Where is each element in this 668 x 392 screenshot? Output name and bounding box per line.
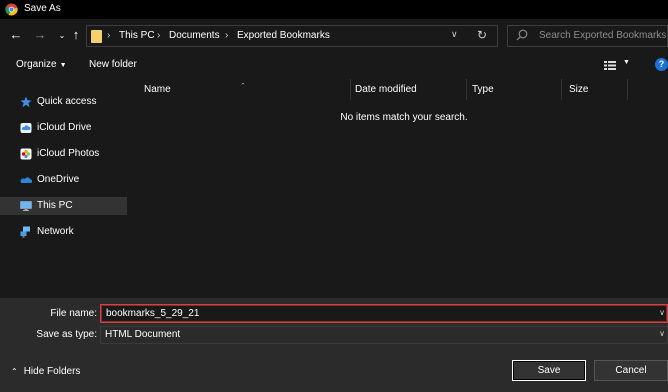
view-options-icon[interactable] [604,61,616,70]
breadcrumb-this-pc[interactable]: This PC [119,30,155,41]
help-icon[interactable]: ? [655,58,668,71]
filename-label: File name: [50,308,97,319]
icloud-drive-icon [20,123,32,133]
dialog-footer: ⌃ Hide Folders Save Cancel [0,352,668,392]
navigation-pane: Quick access iCloud Drive iCloud Photos … [0,79,128,298]
new-folder-button[interactable]: New folder [89,59,137,70]
column-divider[interactable] [627,79,628,100]
view-options-caret-icon[interactable]: ▼ [623,59,630,66]
nav-item-label: This PC [37,200,73,211]
collapse-caret-icon: ⌃ [11,367,18,376]
back-arrow-icon[interactable]: ← [8,27,24,43]
save-button[interactable]: Save [512,360,586,381]
forward-arrow-icon[interactable]: → [32,27,48,43]
column-header-name[interactable]: Name ⌃ [134,83,350,100]
breadcrumb-separator-icon: › [107,30,111,41]
nav-item-label: iCloud Photos [37,148,100,159]
column-header-name-label: Name [144,84,171,95]
icloud-photos-icon [20,148,32,160]
search-placeholder: Search Exported Bookmarks [539,30,667,41]
organize-button[interactable]: Organize ▼ [16,59,67,70]
refresh-icon[interactable]: ↻ [477,28,487,42]
save-as-type-label: Save as type: [36,329,97,340]
file-list[interactable]: Name ⌃ Date modified Type Size No items … [134,79,668,298]
column-header-type[interactable]: Type [462,84,558,100]
hide-folders-label: Hide Folders [23,366,81,377]
nav-item-icloud-drive[interactable]: iCloud Drive [0,119,127,137]
filename-dropdown-icon[interactable]: ∨ [659,308,665,317]
chrome-app-icon [5,3,18,16]
nav-item-network[interactable]: Network [0,223,127,241]
address-history-dropdown-icon[interactable]: ∨ [451,29,458,40]
filename-input[interactable]: bookmarks_5_29_21 ∨ [100,304,668,323]
breadcrumb-exported-bookmarks[interactable]: Exported Bookmarks [237,30,330,41]
nav-item-onedrive[interactable]: OneDrive [0,171,127,189]
folder-icon [91,30,102,43]
breadcrumb-separator-icon: › [225,30,229,41]
sort-ascending-icon: ⌃ [240,83,246,90]
organize-caret-icon: ▼ [59,62,67,69]
nav-item-label: iCloud Drive [37,122,92,133]
filename-value: bookmarks_5_29_21 [106,308,200,319]
save-as-type-select[interactable]: HTML Document ∨ [100,326,668,344]
organize-label: Organize [16,59,57,70]
breadcrumb-documents[interactable]: Documents [169,30,220,41]
hide-folders-button[interactable]: ⌃ Hide Folders [11,366,80,377]
address-row: ← → ⌄ ↑ › This PC › Documents › Exported… [0,19,668,53]
column-header-date-modified[interactable]: Date modified [345,84,465,100]
search-icon [516,29,528,41]
breadcrumb-separator-icon: › [157,30,161,41]
nav-item-this-pc[interactable]: This PC [0,197,127,215]
nav-item-label: OneDrive [37,174,80,185]
nav-item-label: Quick access [37,96,97,107]
save-form: File name: bookmarks_5_29_21 ∨ Save as t… [0,298,668,352]
nav-item-label: Network [37,226,74,237]
star-icon [20,96,32,108]
cancel-button[interactable]: Cancel [594,360,668,381]
save-as-type-dropdown-icon[interactable]: ∨ [659,329,665,338]
title-bar: Save As [0,0,668,19]
column-header-size[interactable]: Size [559,84,619,100]
monitor-icon [20,201,32,211]
search-input[interactable]: Search Exported Bookmarks [507,25,668,47]
address-bar[interactable]: › This PC › Documents › Exported Bookmar… [86,25,498,47]
empty-folder-message: No items match your search. [340,112,468,123]
nav-item-icloud-photos[interactable]: iCloud Photos [0,145,127,163]
network-icon [20,226,30,238]
nav-item-quick-access[interactable]: Quick access [0,93,127,111]
window-title: Save As [24,3,61,14]
up-arrow-icon[interactable]: ↑ [68,27,84,43]
command-toolbar: Organize ▼ New folder ▼ ? [0,53,668,79]
onedrive-cloud-icon [20,177,32,183]
save-as-type-value: HTML Document [105,329,181,340]
